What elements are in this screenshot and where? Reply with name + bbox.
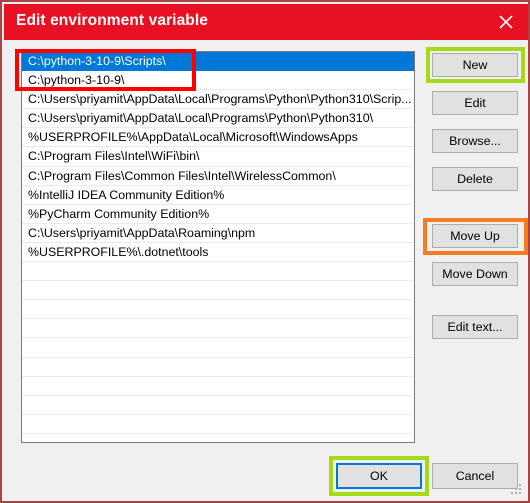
path-list[interactable]: C:\python-3-10-9\Scripts\ C:\python-3-10-… — [21, 51, 415, 443]
grip-dot — [515, 492, 517, 494]
grip-dot — [519, 488, 521, 490]
close-icon[interactable] — [484, 4, 528, 40]
move-down-button[interactable]: Move Down — [432, 262, 518, 286]
edit-environment-variable-dialog: Edit environment variable C:\python-3-10… — [0, 0, 530, 503]
resize-grip[interactable] — [511, 484, 523, 496]
edit-text-button[interactable]: Edit text... — [432, 315, 518, 339]
list-item[interactable]: C:\Program Files\Intel\WiFi\bin\ — [22, 147, 414, 167]
list-item[interactable]: C:\Users\priyamit\AppData\Roaming\npm — [22, 224, 414, 243]
edit-button[interactable]: Edit — [432, 91, 518, 115]
list-item-empty[interactable] — [22, 377, 414, 396]
list-item[interactable]: C:\Users\priyamit\AppData\Local\Programs… — [22, 109, 414, 129]
ok-button[interactable]: OK — [336, 463, 422, 489]
page-title: Edit environment variable — [16, 12, 208, 29]
list-item-empty[interactable] — [22, 262, 414, 282]
list-item[interactable]: C:\Users\priyamit\AppData\Local\Programs… — [22, 90, 414, 110]
list-item[interactable]: %IntelliJ IDEA Community Edition% — [22, 186, 414, 205]
list-item[interactable]: C:\python-3-10-9\ — [22, 71, 414, 91]
move-up-button[interactable]: Move Up — [432, 224, 518, 248]
title-bar: Edit environment variable — [4, 4, 528, 40]
list-item-empty[interactable] — [22, 319, 414, 339]
list-item[interactable]: C:\Program Files\Common Files\Intel\Wire… — [22, 167, 414, 186]
list-item-empty[interactable] — [22, 338, 414, 358]
list-item[interactable]: C:\python-3-10-9\Scripts\ — [22, 52, 414, 72]
grip-dot — [515, 488, 517, 490]
list-item-empty[interactable] — [22, 415, 414, 434]
list-item-empty[interactable] — [22, 281, 414, 301]
browse-button[interactable]: Browse... — [432, 129, 518, 153]
list-item-empty[interactable] — [22, 396, 414, 415]
grip-dot — [519, 492, 521, 494]
list-item[interactable]: %PyCharm Community Edition% — [22, 205, 414, 224]
cancel-button[interactable]: Cancel — [432, 463, 518, 489]
grip-dot — [519, 484, 521, 486]
grip-dot — [511, 492, 513, 494]
new-button[interactable]: New — [432, 53, 518, 77]
delete-button[interactable]: Delete — [432, 167, 518, 191]
list-item[interactable]: %USERPROFILE%\AppData\Local\Microsoft\Wi… — [22, 128, 414, 148]
list-item-empty[interactable] — [22, 358, 414, 377]
list-item[interactable]: %USERPROFILE%\.dotnet\tools — [22, 243, 414, 263]
list-item-empty[interactable] — [22, 300, 414, 320]
